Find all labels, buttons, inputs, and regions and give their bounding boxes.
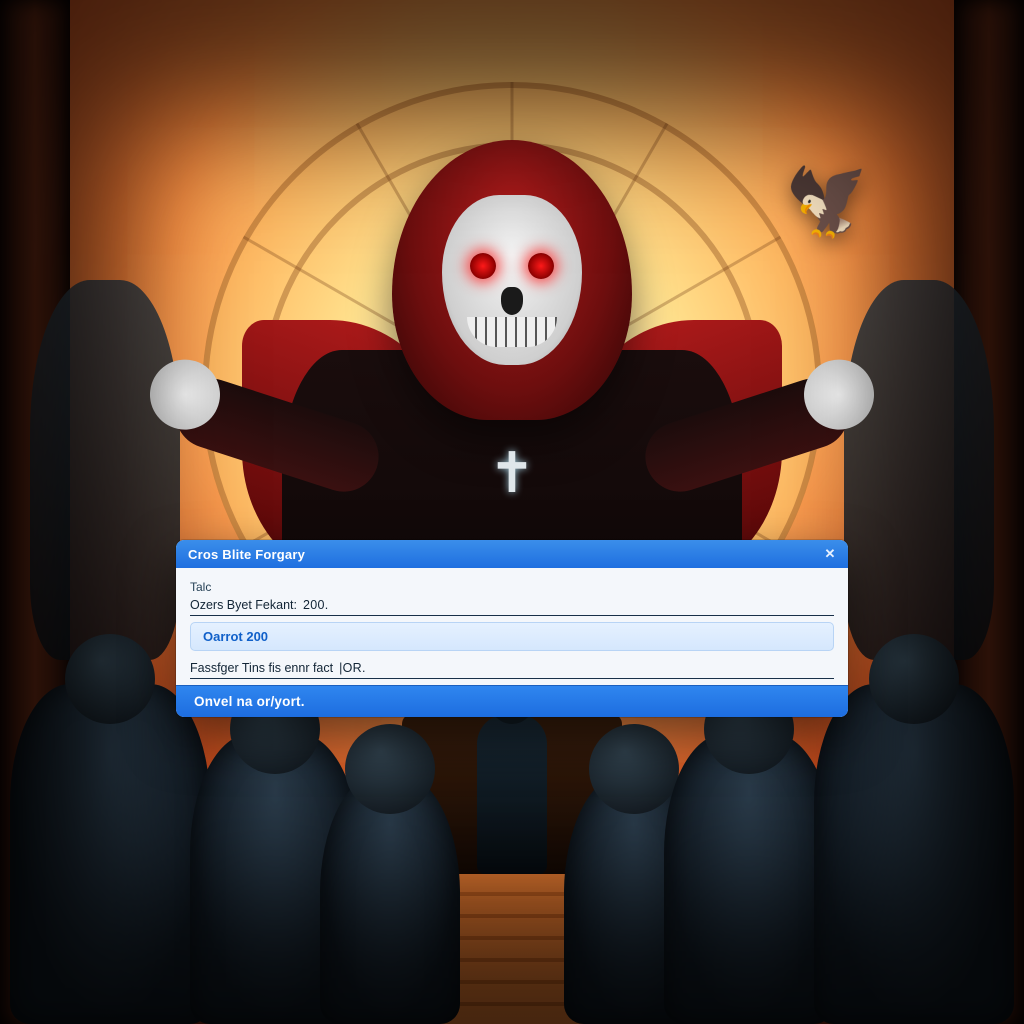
foreground-crowd	[0, 684, 1024, 1024]
dialog-window: Cros Blite Forgary ✕ Talc Ozers Byet Fek…	[176, 540, 848, 717]
skull-face	[442, 195, 582, 365]
close-icon: ✕	[824, 546, 835, 562]
statue-right	[844, 280, 994, 660]
field-1-label: Ozers Byet Fekant:	[190, 598, 297, 612]
dialog-body: Talc Ozers Byet Fekant: 200. Oarrot 200 …	[176, 568, 848, 717]
game-background: 🦅 ✝	[0, 0, 1024, 1024]
statue-left	[30, 280, 180, 660]
field-1-value: 200.	[303, 598, 329, 612]
info-pill[interactable]: Oarrot 200	[190, 622, 834, 651]
soldier	[320, 774, 460, 1024]
bird-icon: 🦅	[780, 153, 880, 249]
cross-pendant-icon: ✝	[489, 440, 536, 506]
field-2-label: Fassfger Tins fis ennr fact	[190, 661, 333, 675]
field-1[interactable]: Ozers Byet Fekant: 200.	[190, 596, 834, 616]
info-pill-label: Oarrot 200	[203, 629, 268, 644]
field-title-label: Talc	[190, 580, 834, 594]
close-button[interactable]: ✕	[820, 544, 840, 564]
field-2[interactable]: Fassfger Tins fis ennr fact |OR.	[190, 659, 834, 679]
field-2-value: |OR.	[339, 661, 366, 675]
dialog-title: Cros Blite Forgary	[188, 547, 305, 562]
soldier	[10, 684, 210, 1024]
eye-left	[470, 253, 496, 279]
primary-action-label: Onvel na or/yort.	[194, 694, 305, 709]
teeth	[467, 317, 557, 347]
eye-right	[528, 253, 554, 279]
officiant	[477, 714, 547, 874]
soldier	[814, 684, 1014, 1024]
soldier	[664, 734, 834, 1024]
dialog-titlebar[interactable]: Cros Blite Forgary ✕	[176, 540, 848, 568]
primary-action-button[interactable]: Onvel na or/yort.	[176, 685, 848, 717]
nose	[501, 287, 523, 315]
